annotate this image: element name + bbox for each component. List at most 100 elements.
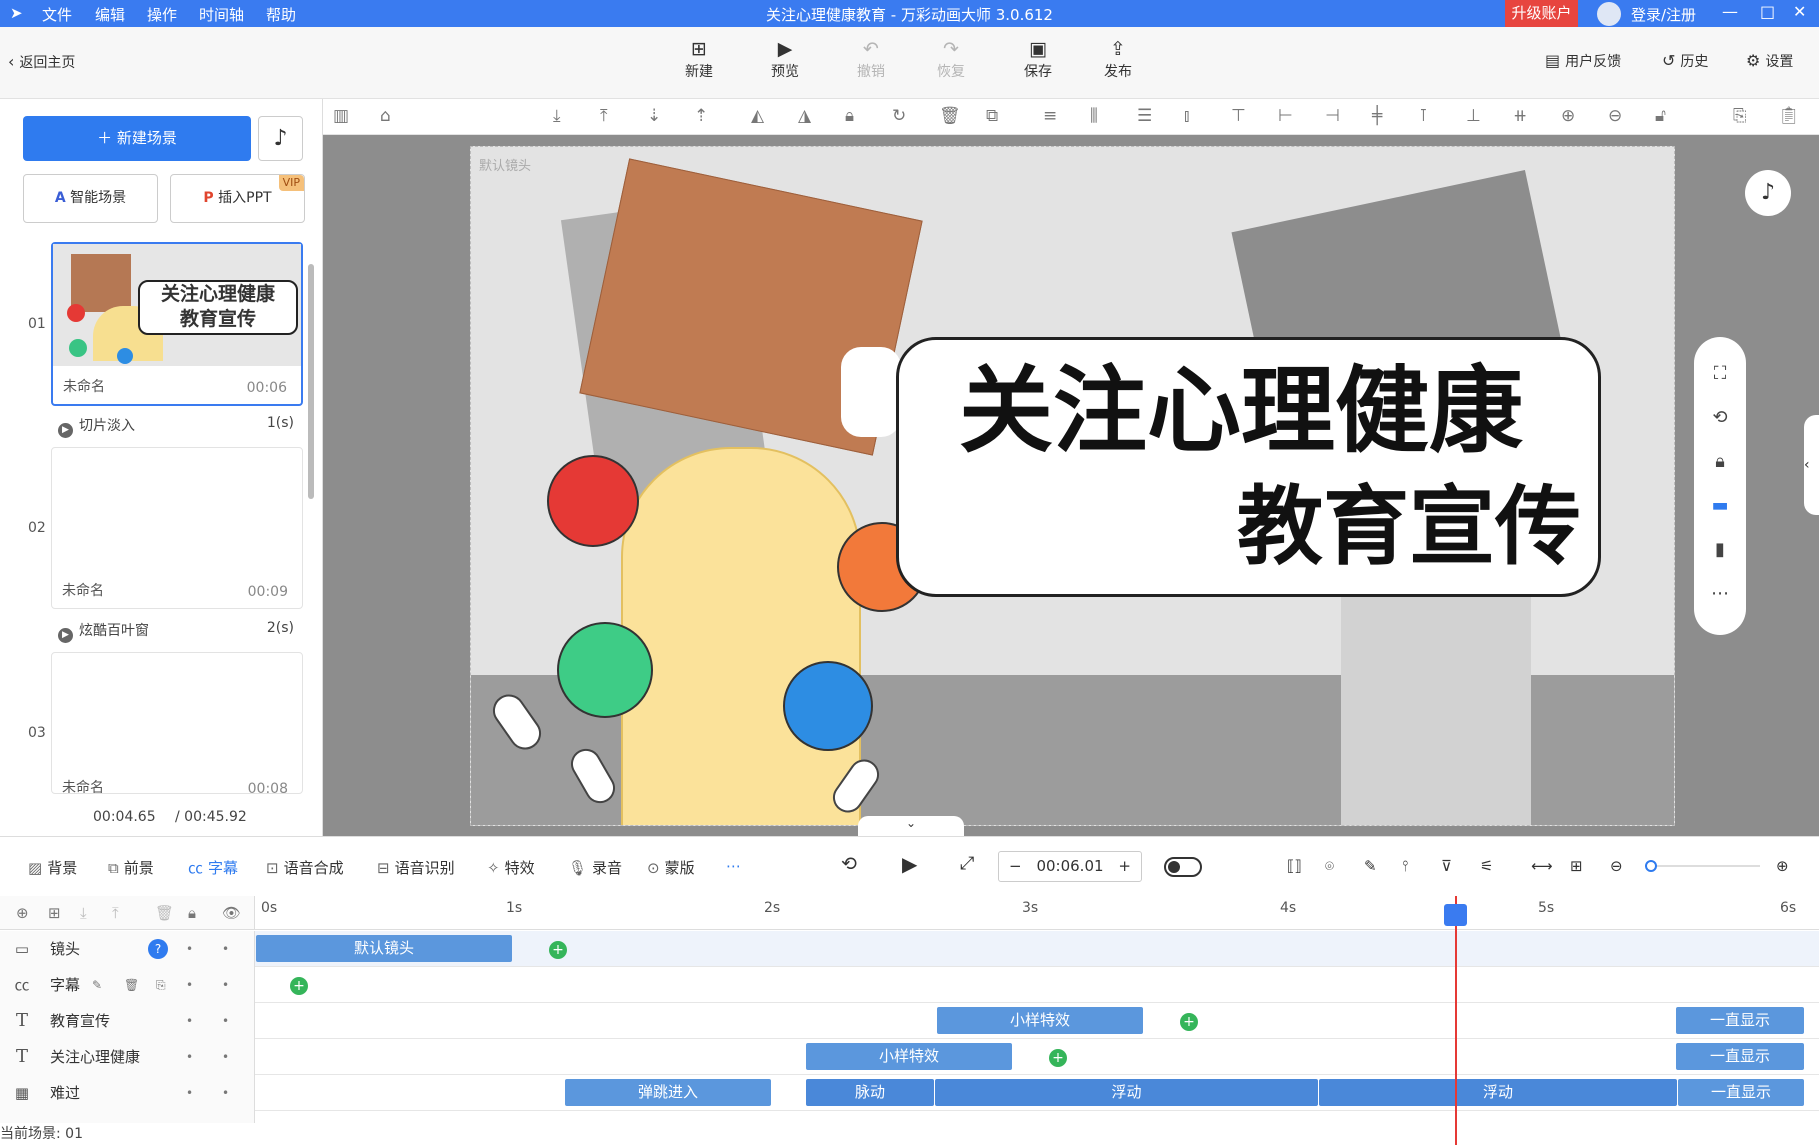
login-link[interactable]: 登录/注册 bbox=[1631, 4, 1696, 25]
move-top-icon[interactable]: ⤒ bbox=[600, 106, 608, 126]
headline-line2[interactable]: 教育宣传 bbox=[1121, 477, 1581, 577]
align-left-icon[interactable]: ⊢ bbox=[1278, 106, 1293, 126]
align-top-icon[interactable]: ⊤ bbox=[1231, 106, 1246, 126]
always-show-clip[interactable]: 一直显示 bbox=[1678, 1079, 1804, 1106]
music-icon[interactable]: ♪ bbox=[258, 116, 303, 161]
minimize-icon[interactable]: — bbox=[1722, 2, 1738, 21]
undo-button[interactable]: ↶ 撤销 bbox=[841, 37, 901, 81]
back-home-link[interactable]: ‹ 返回主页 bbox=[8, 52, 75, 72]
eye-icon[interactable]: 👁︎ bbox=[222, 904, 241, 922]
move-bottom-icon[interactable]: ⤓ bbox=[553, 106, 561, 126]
chevron-down-icon[interactable]: ⌄ bbox=[858, 816, 964, 836]
settings-link[interactable]: ⚙ 设置 bbox=[1746, 51, 1793, 71]
history-link[interactable]: ↺ 历史 bbox=[1662, 51, 1708, 71]
track-row-sad[interactable]: ▦ 难过 • • 弹跳进入 脉动 浮动 浮动 一直显示 bbox=[0, 1075, 1819, 1111]
new-scene-button[interactable]: ＋ 新建场景 bbox=[23, 116, 251, 161]
upgrade-button[interactable]: 升级账户 bbox=[1505, 0, 1578, 27]
subtitle-button[interactable]: ㏄字幕 bbox=[188, 857, 238, 878]
copy-icon[interactable]: ⎘ bbox=[1733, 106, 1747, 126]
align-center-h-icon[interactable]: ≡ bbox=[1043, 106, 1057, 126]
rewind-icon[interactable]: ⟲ bbox=[841, 853, 857, 875]
distribute-v-icon[interactable]: ⫾ bbox=[1184, 106, 1189, 126]
zoom-in-icon[interactable]: ⊕ bbox=[1776, 857, 1789, 875]
zoom-out-icon[interactable]: ⊖ bbox=[1610, 857, 1623, 875]
delete-icon[interactable]: 🗑︎ bbox=[155, 904, 174, 922]
menu-timeline[interactable]: 时间轴 bbox=[199, 4, 244, 25]
new-folder-icon[interactable]: ⊞ bbox=[48, 904, 61, 922]
split-icon[interactable]: ⫯ bbox=[1402, 857, 1409, 875]
toggle-switch[interactable] bbox=[1164, 857, 1202, 877]
flip-vertical-icon[interactable]: ◮ bbox=[798, 106, 811, 126]
effect-clip[interactable]: 小样特效 bbox=[937, 1007, 1143, 1034]
menu-help[interactable]: 帮助 bbox=[266, 4, 296, 25]
effect-clip[interactable]: 浮动 bbox=[935, 1079, 1318, 1106]
add-keyframe-icon[interactable]: + bbox=[1180, 1013, 1198, 1031]
zoom-slider-knob[interactable] bbox=[1645, 860, 1657, 872]
add-keyframe-icon[interactable]: + bbox=[549, 941, 567, 959]
always-show-clip[interactable]: 一直显示 bbox=[1676, 1043, 1804, 1070]
save-button[interactable]: ▣ 保存 bbox=[1008, 37, 1068, 81]
feedback-link[interactable]: ▤ 用户反馈 bbox=[1545, 51, 1621, 71]
align-top2-icon[interactable]: ⊺ bbox=[1419, 106, 1428, 126]
fit-screen-icon[interactable]: ⛶ bbox=[1694, 363, 1746, 384]
rotate-screen-icon[interactable]: ⟲ bbox=[1694, 407, 1746, 428]
add-keyframe-icon[interactable]: + bbox=[290, 977, 308, 995]
time-stepper[interactable]: −00:06.01 + bbox=[998, 851, 1142, 882]
maximize-icon[interactable]: □ bbox=[1760, 2, 1775, 21]
delete-icon[interactable]: 🗑︎ bbox=[939, 106, 961, 126]
track-row-subtitle[interactable]: ㏄字幕 ✎ 🗑︎ ⎘ • • + bbox=[0, 967, 1819, 1003]
panel-collapse-icon[interactable]: ‹ bbox=[1804, 415, 1819, 515]
publish-button[interactable]: ⇪ 发布 bbox=[1088, 37, 1148, 81]
plus-icon[interactable]: + bbox=[1118, 852, 1131, 881]
more-icon[interactable]: ⋯ bbox=[726, 857, 741, 875]
transition-item[interactable]: ▶ 炫酷百叶窗 2(s) bbox=[58, 620, 294, 643]
ratio-icon[interactable]: ⊞ bbox=[1570, 857, 1583, 875]
transition-item[interactable]: ▶ 切片淡入 1(s) bbox=[58, 415, 294, 438]
smart-scene-button[interactable]: A 智能场景 bbox=[23, 174, 158, 223]
filter-icon[interactable]: ⊽ bbox=[1441, 857, 1452, 875]
effect-clip[interactable]: 浮动 bbox=[1319, 1079, 1677, 1106]
background-button[interactable]: ▨ 背景 bbox=[28, 857, 77, 878]
move-down-icon[interactable]: ⤓ bbox=[80, 904, 87, 922]
edit-icon[interactable]: ✎ bbox=[92, 967, 102, 1003]
effect-clip[interactable]: 弹跳进入 bbox=[565, 1079, 771, 1106]
mask-button[interactable]: ⊙ 蒙版 bbox=[647, 857, 695, 878]
adjust-icon[interactable]: ⚟ bbox=[1480, 857, 1493, 875]
effect-clip[interactable]: 脉动 bbox=[806, 1079, 934, 1106]
group-icon[interactable]: ⧉ bbox=[986, 106, 998, 126]
tts-button[interactable]: ⊡ 语音合成 bbox=[266, 857, 344, 878]
edit-icon[interactable]: ✎ bbox=[1364, 857, 1377, 875]
paste-icon[interactable]: 📋︎ bbox=[1778, 106, 1800, 126]
time-ruler[interactable]: 0s 1s 2s 3s 4s 5s 6s bbox=[255, 896, 1819, 930]
headline-line1[interactable]: 关注心理健康 bbox=[896, 357, 1586, 467]
playhead[interactable] bbox=[1455, 896, 1457, 1145]
asr-button[interactable]: ⊟ 语音识别 bbox=[377, 857, 455, 878]
camera-icon[interactable]: ⌾ bbox=[1325, 857, 1334, 875]
music-icon[interactable]: ♪ bbox=[1745, 170, 1791, 216]
home-icon[interactable]: ⌂ bbox=[380, 106, 391, 126]
align-bottom-icon[interactable]: ⊥ bbox=[1466, 106, 1481, 126]
track-row-text-1[interactable]: T 教育宣传 • • 小样特效 + 一直显示 bbox=[0, 1003, 1819, 1039]
playhead-handle[interactable] bbox=[1444, 904, 1467, 926]
scene-card-02[interactable]: 未命名 00:09 bbox=[51, 447, 303, 609]
scene-card-03[interactable]: 未命名 00:08 bbox=[51, 652, 303, 794]
scene-list-scrollbar[interactable] bbox=[308, 264, 314, 499]
portrait-icon[interactable]: ▮ bbox=[1694, 539, 1746, 560]
delete-icon[interactable]: 🗑︎ bbox=[124, 967, 139, 1003]
avatar[interactable] bbox=[1597, 2, 1621, 26]
landscape-icon[interactable]: ▬ bbox=[1694, 495, 1746, 516]
flip-horizontal-icon[interactable]: ◭ bbox=[751, 106, 764, 126]
distribute-icon[interactable]: ☰ bbox=[1137, 106, 1152, 126]
align-middle-icon[interactable]: ╪ bbox=[1372, 106, 1382, 126]
record-button[interactable]: 🎙︎ 录音 bbox=[568, 857, 622, 878]
always-show-clip[interactable]: 一直显示 bbox=[1676, 1007, 1804, 1034]
lock-icon[interactable]: 🔒︎ bbox=[1694, 451, 1746, 472]
track-row-camera[interactable]: ▭ 镜头? • • 默认镜头 + bbox=[0, 931, 1819, 967]
menu-operate[interactable]: 操作 bbox=[147, 4, 177, 25]
new-button[interactable]: ⊞ 新建 bbox=[669, 37, 729, 81]
add-keyframe-icon[interactable]: + bbox=[1049, 1049, 1067, 1067]
effect-clip[interactable]: 小样特效 bbox=[806, 1043, 1012, 1070]
align-right-icon[interactable]: ⊣ bbox=[1325, 106, 1340, 126]
move-up-icon[interactable]: ⇡ bbox=[694, 106, 708, 126]
effects-button[interactable]: ✧ 特效 bbox=[487, 857, 535, 878]
